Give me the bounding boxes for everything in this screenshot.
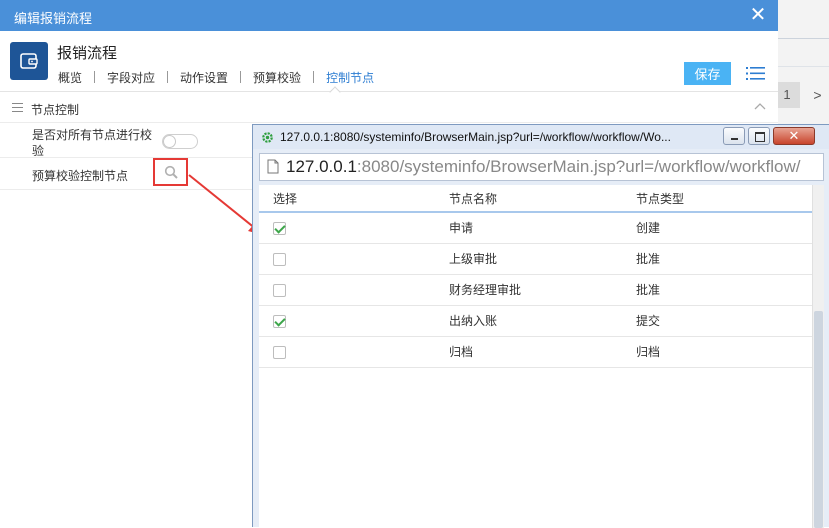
hamburger-icon — [12, 103, 23, 112]
node-name-cell: 归档 — [449, 345, 474, 359]
control-node-label: 预算校验控制节点 — [32, 169, 129, 183]
minimize-button[interactable] — [723, 127, 745, 145]
popup-titlebar: 127.0.0.1:8080/systeminfo/BrowserMain.js… — [253, 125, 829, 149]
node-name-cell: 财务经理审批 — [449, 283, 522, 297]
table-row[interactable]: 财务经理审批 批准 — [259, 274, 812, 305]
browse-button[interactable] — [153, 158, 188, 186]
row-checkbox[interactable] — [273, 345, 286, 359]
node-type-cell: 批准 — [636, 252, 661, 266]
node-list-panel: 选择 节点名称 节点类型 申请 创建 上级审批 批准 财务经理审批 批准 出纳入… — [259, 185, 824, 528]
node-name-cell: 出纳入账 — [449, 314, 498, 328]
address-path: :8080/systeminfo/BrowserMain.jsp?url=/wo… — [356, 157, 801, 176]
page-icon — [267, 159, 279, 174]
tab-divider — [313, 71, 315, 83]
dialog-title: 编辑报销流程 — [14, 11, 93, 26]
toggle-knob — [163, 135, 176, 148]
section-title: 节点控制 — [31, 103, 80, 117]
node-type-cell: 归档 — [636, 345, 661, 359]
tab-control-nodes[interactable]: 控制节点 — [324, 69, 376, 86]
form-row-control-node: 预算校验控制节点 — [0, 158, 255, 190]
section-header[interactable]: 节点控制 — [0, 93, 778, 123]
address-bar[interactable]: 127.0.0.1:8080/systeminfo/BrowserMain.js… — [259, 153, 824, 181]
row-checkbox[interactable] — [273, 221, 286, 235]
column-header-node-name[interactable]: 节点名称 — [449, 185, 636, 212]
dialog-titlebar: 编辑报销流程 ✕ — [0, 0, 778, 31]
bg-divider — [778, 66, 829, 67]
check-all-nodes-toggle[interactable] — [162, 134, 198, 149]
browser-popup-window: 127.0.0.1:8080/systeminfo/BrowserMain.js… — [252, 124, 829, 528]
popup-scrollbar[interactable] — [812, 185, 824, 528]
table-row[interactable]: 出纳入账 提交 — [259, 305, 812, 336]
row-checkbox[interactable] — [273, 252, 286, 266]
table-header-row: 选择 节点名称 节点类型 — [259, 185, 812, 212]
check-all-nodes-label: 是否对所有节点进行校验 — [32, 128, 153, 158]
tab-divider — [94, 71, 96, 83]
pager-next-button[interactable]: > — [806, 82, 829, 108]
form-row-check-all: 是否对所有节点进行校验 — [0, 124, 255, 158]
app-title: 报销流程 — [57, 45, 118, 62]
address-url: 127.0.0.1:8080/systeminfo/BrowserMain.js… — [286, 157, 800, 177]
bg-divider — [778, 38, 829, 39]
maximize-button[interactable] — [748, 127, 770, 145]
save-button[interactable]: 保存 — [684, 62, 731, 85]
address-host: 127.0.0.1 — [286, 157, 357, 176]
popup-close-button[interactable]: ✕ — [773, 127, 815, 145]
tab-budget-check[interactable]: 预算校验 — [251, 69, 303, 86]
tab-bar: 概览 字段对应 动作设置 预算校验 控制节点 — [56, 67, 376, 87]
chevron-up-icon[interactable] — [754, 101, 766, 111]
tab-divider — [167, 71, 169, 83]
dialog-close-button[interactable]: ✕ — [748, 5, 768, 25]
list-menu-icon[interactable] — [746, 66, 765, 81]
row-checkbox[interactable] — [273, 314, 286, 328]
column-header-select[interactable]: 选择 — [259, 185, 449, 212]
node-name-cell: 上级审批 — [449, 252, 498, 266]
node-type-cell: 创建 — [636, 221, 661, 236]
column-header-node-type[interactable]: 节点类型 — [636, 185, 812, 212]
popup-title: 127.0.0.1:8080/systeminfo/BrowserMain.js… — [280, 130, 671, 144]
tab-action-settings[interactable]: 动作设置 — [178, 69, 230, 86]
node-name-cell: 申请 — [449, 221, 474, 236]
table-row[interactable]: 归档 归档 — [259, 336, 812, 367]
wallet-icon — [10, 42, 48, 80]
gear-favicon-icon — [262, 132, 273, 143]
node-type-cell: 提交 — [636, 314, 661, 328]
table-row[interactable]: 申请 创建 — [259, 212, 812, 243]
tab-overview[interactable]: 概览 — [56, 69, 84, 86]
scrollbar-thumb[interactable] — [814, 311, 823, 528]
app-header: 报销流程 概览 字段对应 动作设置 预算校验 控制节点 — [0, 31, 778, 98]
row-checkbox[interactable] — [273, 283, 286, 297]
search-icon — [164, 165, 178, 179]
node-type-cell: 批准 — [636, 283, 661, 297]
node-table: 选择 节点名称 节点类型 申请 创建 上级审批 批准 财务经理审批 批准 出纳入… — [259, 185, 812, 368]
table-row[interactable]: 上级审批 批准 — [259, 243, 812, 274]
tab-field-mapping[interactable]: 字段对应 — [105, 69, 157, 86]
tab-divider — [240, 71, 242, 83]
